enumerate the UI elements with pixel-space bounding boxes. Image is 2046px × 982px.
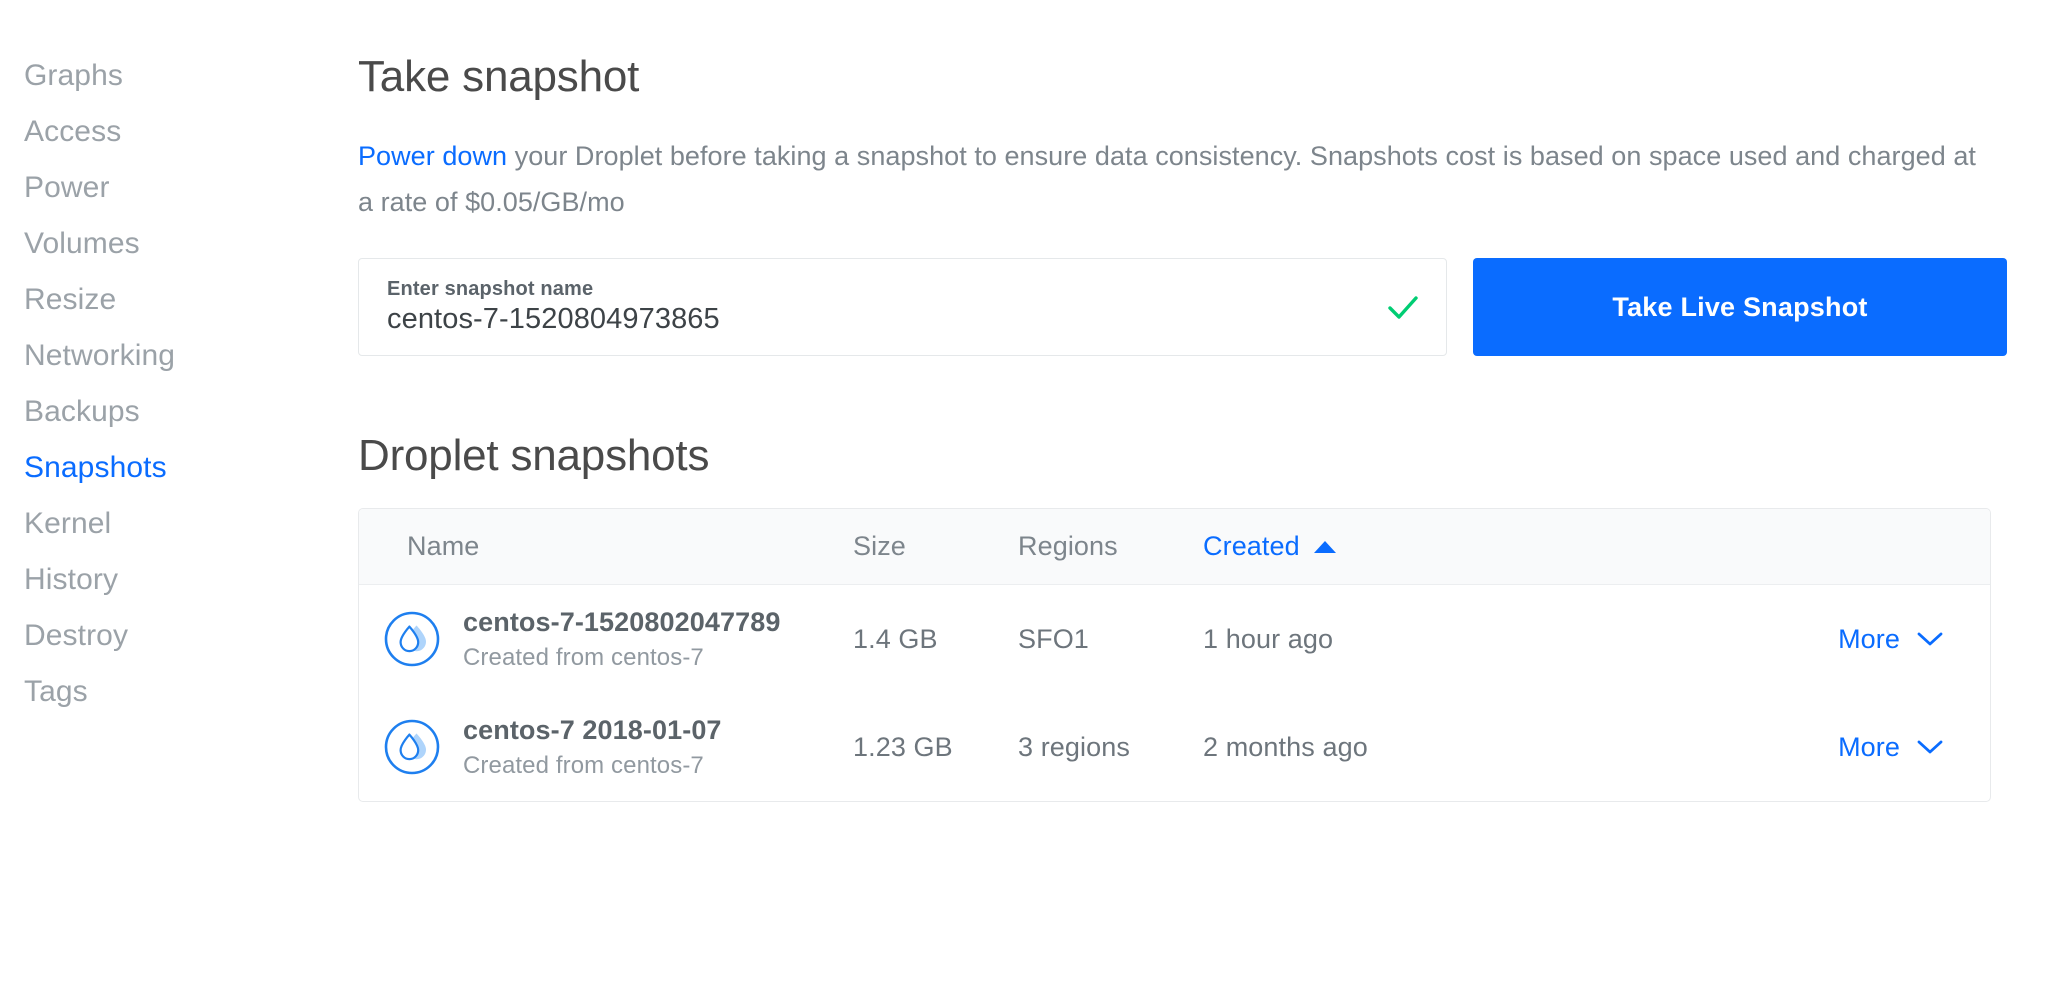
description-rest: your Droplet before taking a snapshot to… <box>358 141 1976 217</box>
row-actions-cell: More <box>1543 732 1990 763</box>
column-header-size[interactable]: Size <box>853 531 1018 562</box>
row-name-cell: centos-7-1520802047789 Created from cent… <box>359 607 853 672</box>
snapshot-description: Power down your Droplet before taking a … <box>358 102 1993 225</box>
snapshot-subtitle: Created from centos-7 <box>463 751 704 779</box>
snapshot-name-input[interactable]: Enter snapshot name centos-7-15208049738… <box>358 258 1447 356</box>
column-header-created[interactable]: Created <box>1203 531 1543 562</box>
snapshot-name-value: centos-7-1520804973865 <box>387 303 720 335</box>
column-header-created-label: Created <box>1203 531 1300 561</box>
take-live-snapshot-button[interactable]: Take Live Snapshot <box>1473 258 2007 356</box>
snapshot-name-label: Enter snapshot name <box>387 278 594 300</box>
sidebar-item-volumes[interactable]: Volumes <box>0 216 340 272</box>
snapshot-name-input-inner: Enter snapshot name centos-7-15208049738… <box>359 278 1360 336</box>
more-button[interactable]: More <box>1838 732 1944 763</box>
column-header-name[interactable]: Name <box>359 531 853 562</box>
sidebar-item-history[interactable]: History <box>0 552 340 608</box>
table-header-row: Name Size Regions Created <box>359 509 1990 585</box>
sidebar-item-tags[interactable]: Tags <box>0 664 340 720</box>
more-button[interactable]: More <box>1838 624 1944 655</box>
sidebar-item-kernel[interactable]: Kernel <box>0 496 340 552</box>
droplet-icon <box>383 610 441 668</box>
snapshot-regions: 3 regions <box>1018 731 1130 762</box>
sidebar-item-networking[interactable]: Networking <box>0 328 340 384</box>
row-actions-cell: More <box>1543 624 1990 655</box>
sort-ascending-icon <box>1313 540 1336 553</box>
sidebar-item-graphs[interactable]: Graphs <box>0 48 340 104</box>
row-name-block: centos-7-1520802047789 Created from cent… <box>463 607 780 672</box>
snapshot-size: 1.23 GB <box>853 731 953 762</box>
section-title: Droplet snapshots <box>358 431 710 480</box>
snapshot-form-row: Enter snapshot name centos-7-15208049738… <box>358 258 2046 356</box>
droplet-icon <box>383 718 441 776</box>
snapshot-subtitle: Created from centos-7 <box>463 643 704 671</box>
snapshot-name: centos-7-1520802047789 <box>463 606 781 637</box>
snapshot-name: centos-7 2018-01-07 <box>463 714 722 745</box>
snapshots-table: Name Size Regions Created centos-7-15208… <box>358 508 1991 802</box>
check-icon <box>1360 285 1446 329</box>
sidebar-item-destroy[interactable]: Destroy <box>0 608 340 664</box>
more-button-label: More <box>1838 731 1900 762</box>
sidebar-item-access[interactable]: Access <box>0 104 340 160</box>
snapshot-created: 2 months ago <box>1203 731 1368 762</box>
chevron-down-icon <box>1917 632 1943 646</box>
column-header-regions[interactable]: Regions <box>1018 531 1203 562</box>
chevron-down-icon <box>1917 740 1943 754</box>
row-name-cell: centos-7 2018-01-07 Created from centos-… <box>359 715 853 780</box>
sidebar-item-resize[interactable]: Resize <box>0 272 340 328</box>
snapshot-created: 1 hour ago <box>1203 623 1334 654</box>
sidebar-item-backups[interactable]: Backups <box>0 384 340 440</box>
more-button-label: More <box>1838 623 1900 654</box>
table-row[interactable]: centos-7-1520802047789 Created from cent… <box>359 585 1990 693</box>
main-content: Take snapshot Power down your Droplet be… <box>358 0 2046 982</box>
page-title: Take snapshot <box>358 52 640 101</box>
sidebar-item-snapshots[interactable]: Snapshots <box>0 440 340 496</box>
sidebar-item-power[interactable]: Power <box>0 160 340 216</box>
row-name-block: centos-7 2018-01-07 Created from centos-… <box>463 715 722 780</box>
snapshot-regions: SFO1 <box>1018 623 1089 654</box>
sidebar-nav: Graphs Access Power Volumes Resize Netwo… <box>0 0 340 982</box>
power-down-link[interactable]: Power down <box>358 141 507 171</box>
snapshots-page: Graphs Access Power Volumes Resize Netwo… <box>0 0 2046 982</box>
snapshot-size: 1.4 GB <box>853 623 938 654</box>
table-row[interactable]: centos-7 2018-01-07 Created from centos-… <box>359 693 1990 801</box>
